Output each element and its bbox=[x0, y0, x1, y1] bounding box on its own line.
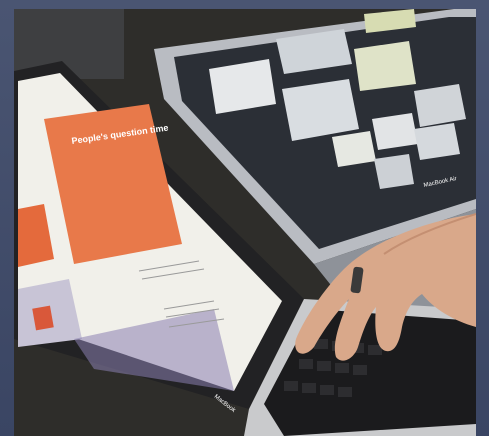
window bbox=[414, 123, 460, 160]
window bbox=[332, 131, 376, 167]
window bbox=[372, 113, 418, 150]
photo: MacBook Air People's question time MacBo… bbox=[14, 9, 476, 436]
window bbox=[354, 41, 416, 91]
screen-thumbnail-icon bbox=[32, 305, 54, 331]
photo-frame: MacBook Air People's question time MacBo… bbox=[0, 0, 489, 436]
photo-illustration: MacBook Air People's question time MacBo… bbox=[14, 9, 476, 436]
window bbox=[374, 154, 414, 189]
